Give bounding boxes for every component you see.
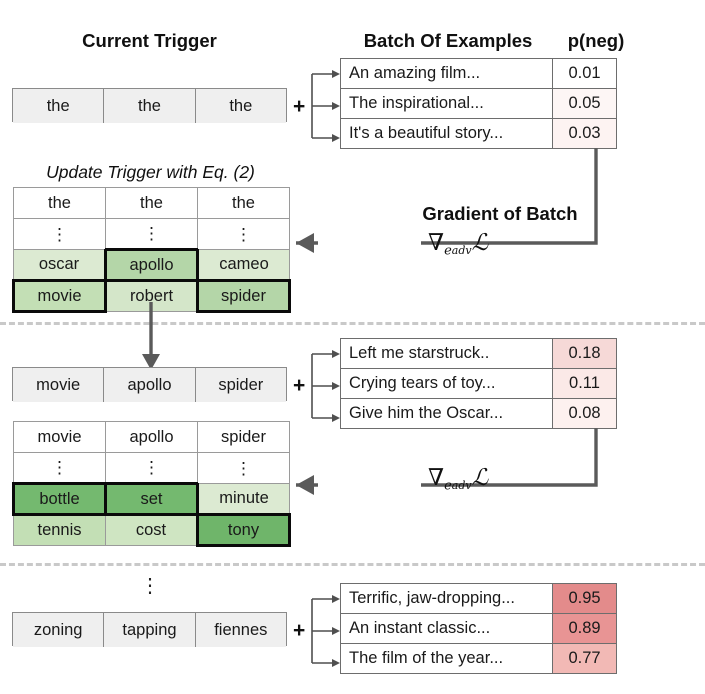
grid-cell[interactable]: the xyxy=(197,187,290,219)
plus-symbol-stage2: + xyxy=(293,374,306,397)
example-text: The film of the year... xyxy=(340,643,553,674)
example-text: It's a beautiful story... xyxy=(340,118,553,149)
plus-symbol-stage1: + xyxy=(293,95,306,118)
loss-symbol: ℒ xyxy=(471,230,489,256)
trigger-token[interactable]: zoning xyxy=(13,613,105,647)
candidate-grid-stage1: the the the ⋮ ⋮ ⋮ oscar apollo cameo mov… xyxy=(12,187,291,313)
grid-cell-ellipsis: ⋮ xyxy=(13,452,106,484)
example-prob: 0.03 xyxy=(552,118,617,149)
grid-row: ⋮ ⋮ ⋮ xyxy=(13,218,290,250)
example-text: An instant classic... xyxy=(340,613,553,644)
table-row: An instant classic... 0.89 xyxy=(340,613,617,644)
table-row: Left me starstruck.. 0.18 xyxy=(340,338,617,369)
gradient-subscript-adv: adv xyxy=(451,243,472,257)
grid-cell[interactable]: the xyxy=(13,187,106,219)
gradient-formula-stage2: ∇eadvℒ xyxy=(428,465,488,494)
grid-row: tennis cost tony xyxy=(13,513,291,547)
trigger-token[interactable]: the xyxy=(104,89,196,123)
grid-row: the the the xyxy=(13,187,290,219)
example-prob: 0.89 xyxy=(552,613,617,644)
grid-cell[interactable]: the xyxy=(105,187,198,219)
trigger-strip-stage1[interactable]: the the the xyxy=(12,88,287,123)
table-row: It's a beautiful story... 0.03 xyxy=(340,118,617,149)
example-prob: 0.05 xyxy=(552,88,617,119)
batch-of-examples-heading: Batch Of Examples xyxy=(363,30,533,51)
grid-cell[interactable]: tennis xyxy=(13,514,106,546)
grid-cell-selected[interactable]: set xyxy=(104,482,199,516)
nabla-icon: ∇ xyxy=(428,465,445,491)
grid-cell-selected[interactable]: movie xyxy=(12,279,107,313)
trigger-token[interactable]: the xyxy=(13,89,105,123)
grid-cell[interactable]: minute xyxy=(197,483,290,515)
table-row: The inspirational... 0.05 xyxy=(340,88,617,119)
grid-row: bottle set minute xyxy=(12,482,290,516)
grid-cell-ellipsis: ⋮ xyxy=(105,218,198,250)
example-prob: 0.18 xyxy=(552,338,617,369)
example-prob: 0.08 xyxy=(552,398,617,429)
grid-cell[interactable]: movie xyxy=(13,421,106,453)
grid-row: movie apollo spider xyxy=(13,421,290,453)
grid-cell-selected[interactable]: spider xyxy=(196,279,291,313)
grid-cell-ellipsis: ⋮ xyxy=(13,218,106,250)
grid-cell-ellipsis: ⋮ xyxy=(197,452,290,484)
trigger-token[interactable]: the xyxy=(195,89,286,123)
grid-cell[interactable]: spider xyxy=(197,421,290,453)
update-arrow-stage1-to-stage2 xyxy=(138,302,164,375)
example-text: Left me starstruck.. xyxy=(340,338,553,369)
example-text: Terrific, jaw-dropping... xyxy=(340,583,553,614)
gradient-subscript: e xyxy=(444,243,452,259)
grid-cell-ellipsis: ⋮ xyxy=(197,218,290,250)
gradient-subscript-adv: adv xyxy=(451,478,472,492)
gradient-subscript: e xyxy=(444,478,452,494)
trigger-token[interactable]: spider xyxy=(195,368,286,402)
example-text: The inspirational... xyxy=(340,88,553,119)
example-text: Give him the Oscar... xyxy=(340,398,553,429)
trigger-token[interactable]: fiennes xyxy=(195,613,286,647)
grid-cell[interactable]: oscar xyxy=(13,249,106,281)
section-divider-1 xyxy=(0,322,705,325)
trigger-strip-stage2[interactable]: movie apollo spider xyxy=(12,367,287,402)
fanout-arrows-stage2 xyxy=(310,340,342,432)
trigger-strip-stage3[interactable]: zoning tapping fiennes xyxy=(12,612,287,647)
fanout-arrows-stage3 xyxy=(310,585,342,677)
example-prob: 0.01 xyxy=(552,58,617,89)
section-divider-2 xyxy=(0,563,705,566)
gradient-formula-stage1: ∇eadvℒ xyxy=(428,230,488,259)
grid-cell[interactable]: cost xyxy=(105,514,198,546)
examples-table-stage1: An amazing film... 0.01 The inspirationa… xyxy=(340,58,617,149)
table-row: The film of the year... 0.77 xyxy=(340,643,617,674)
grid-cell-selected[interactable]: apollo xyxy=(104,248,199,282)
example-text: An amazing film... xyxy=(340,58,553,89)
plus-symbol-stage3: + xyxy=(293,619,306,642)
grid-cell-selected[interactable]: tony xyxy=(196,513,291,547)
example-text: Crying tears of toy... xyxy=(340,368,553,399)
grid-cell[interactable]: apollo xyxy=(105,421,198,453)
table-row: Crying tears of toy... 0.11 xyxy=(340,368,617,399)
p-neg-heading: p(neg) xyxy=(567,30,625,51)
grid-cell-ellipsis: ⋮ xyxy=(105,452,198,484)
update-trigger-heading: Update Trigger with Eq. (2) xyxy=(46,162,255,182)
grid-cell-selected[interactable]: bottle xyxy=(12,482,107,516)
grid-cell[interactable]: cameo xyxy=(197,249,290,281)
example-prob: 0.95 xyxy=(552,583,617,614)
current-trigger-heading: Current Trigger xyxy=(82,30,217,51)
table-row: Give him the Oscar... 0.08 xyxy=(340,398,617,429)
trigger-token[interactable]: apollo xyxy=(104,368,196,402)
example-prob: 0.77 xyxy=(552,643,617,674)
table-row: An amazing film... 0.01 xyxy=(340,58,617,89)
loss-symbol: ℒ xyxy=(471,465,489,491)
trigger-token[interactable]: tapping xyxy=(104,613,196,647)
table-row: Terrific, jaw-dropping... 0.95 xyxy=(340,583,617,614)
trigger-token[interactable]: movie xyxy=(13,368,105,402)
examples-table-stage2: Left me starstruck.. 0.18 Crying tears o… xyxy=(340,338,617,429)
fanout-arrows-stage1 xyxy=(310,60,342,152)
examples-table-stage3: Terrific, jaw-dropping... 0.95 An instan… xyxy=(340,583,617,674)
grid-row: ⋮ ⋮ ⋮ xyxy=(13,452,290,484)
stages-ellipsis: ⋮ xyxy=(140,575,160,597)
grid-row: oscar apollo cameo xyxy=(13,248,290,282)
candidate-grid-stage2: movie apollo spider ⋮ ⋮ ⋮ bottle set min… xyxy=(12,421,291,547)
example-prob: 0.11 xyxy=(552,368,617,399)
nabla-icon: ∇ xyxy=(428,230,445,256)
